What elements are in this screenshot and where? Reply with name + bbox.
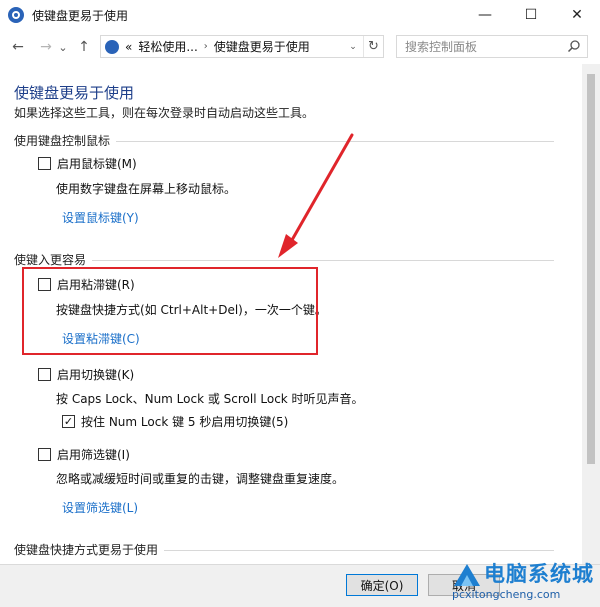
title-bar: 使键盘更易于使用 — ☐ ✕ <box>0 0 600 30</box>
watermark-subtitle: pcxitongcheng.com <box>452 588 561 601</box>
watermark: 电脑系统城 pcxitongcheng.com <box>446 556 600 607</box>
breadcrumb-current[interactable]: 使键盘更易于使用 <box>214 38 310 55</box>
breadcrumb-overflow[interactable]: « <box>125 40 132 54</box>
minimize-button[interactable]: — <box>462 0 508 30</box>
mouse-keys-label[interactable]: 启用鼠标键(M) <box>57 155 137 172</box>
control-panel-icon <box>8 7 24 23</box>
search-box[interactable] <box>396 35 588 58</box>
address-bar[interactable]: « 轻松使用... › 使键盘更易于使用 ⌄ ↻ <box>100 35 384 58</box>
maximize-button[interactable]: ☐ <box>508 0 554 30</box>
scrollbar-thumb[interactable] <box>587 74 595 464</box>
page-description: 如果选择这些工具，则在每次登录时自动启动这些工具。 <box>14 106 315 120</box>
toggle-keys-numlock-checkbox[interactable]: ✓ <box>62 415 75 428</box>
search-icon[interactable] <box>567 39 581 53</box>
toggle-keys-numlock-label[interactable]: 按住 Num Lock 键 5 秒启用切换键(5) <box>81 413 288 430</box>
section-heading: 使键入更容易 <box>14 253 93 267</box>
section-mouse-keys: 使用键盘控制鼠标 <box>14 132 554 150</box>
mouse-keys-checkbox[interactable] <box>38 157 51 170</box>
filter-keys-option[interactable]: 启用筛选键(I) <box>38 446 130 463</box>
toggle-keys-option[interactable]: 启用切换键(K) <box>38 366 134 383</box>
close-button[interactable]: ✕ <box>554 0 600 30</box>
set-up-mouse-keys-link[interactable]: 设置鼠标键(Y) <box>62 209 139 226</box>
mouse-keys-description: 使用数字键盘在屏幕上移动鼠标。 <box>56 182 237 196</box>
breadcrumb-ease-of-access[interactable]: 轻松使用... <box>138 38 197 55</box>
filter-keys-description: 忽略或减缓短时间或重复的击键，调整键盘重复速度。 <box>56 472 345 486</box>
annotation-highlight-box <box>22 267 318 355</box>
watermark-logo-icon <box>454 564 480 586</box>
refresh-button[interactable]: ↻ <box>363 36 383 57</box>
mouse-keys-option[interactable]: 启用鼠标键(M) <box>38 155 137 172</box>
ok-button[interactable]: 确定(O) <box>346 574 418 596</box>
toggle-keys-label[interactable]: 启用切换键(K) <box>57 366 134 383</box>
address-dropdown-button[interactable]: ⌄ <box>345 36 361 57</box>
breadcrumb-separator[interactable]: › <box>204 41 208 52</box>
back-button[interactable]: ← <box>8 35 28 59</box>
window-title: 使键盘更易于使用 <box>32 8 129 23</box>
watermark-title: 电脑系统城 <box>484 562 594 586</box>
set-up-filter-keys-link[interactable]: 设置筛选键(L) <box>62 499 138 516</box>
forward-button[interactable]: → <box>36 35 56 59</box>
filter-keys-label[interactable]: 启用筛选键(I) <box>57 446 130 463</box>
toggle-keys-numlock-option[interactable]: ✓ 按住 Num Lock 键 5 秒启用切换键(5) <box>62 413 288 430</box>
toggle-keys-description: 按 Caps Lock、Num Lock 或 Scroll Lock 时听见声音… <box>56 392 364 406</box>
navigation-bar: ← → ⌄ ↑ « 轻松使用... › 使键盘更易于使用 ⌄ ↻ <box>0 30 600 64</box>
vertical-scrollbar[interactable] <box>582 64 600 564</box>
filter-keys-checkbox[interactable] <box>38 448 51 461</box>
window-controls: — ☐ ✕ <box>462 0 600 30</box>
section-heading: 使用键盘控制鼠标 <box>14 134 117 148</box>
search-input[interactable] <box>405 36 565 57</box>
section-heading: 使键盘快捷方式更易于使用 <box>14 543 165 557</box>
content-area: 使键盘更易于使用 如果选择这些工具，则在每次登录时自动启动这些工具。 使用键盘控… <box>0 64 582 564</box>
up-button[interactable]: ↑ <box>74 35 94 59</box>
section-divider <box>14 260 554 261</box>
control-panel-icon <box>105 39 119 54</box>
toggle-keys-checkbox[interactable] <box>38 368 51 381</box>
recent-locations-button[interactable]: ⌄ <box>56 35 70 59</box>
page-title: 使键盘更易于使用 <box>14 84 135 102</box>
